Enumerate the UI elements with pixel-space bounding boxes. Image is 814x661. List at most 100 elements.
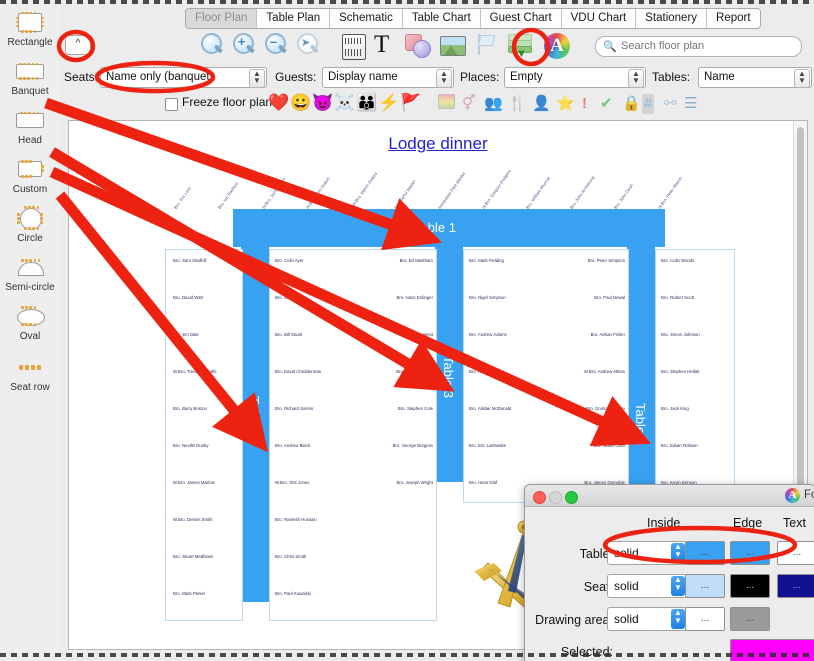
seat-label: W.Bro. Dennis Smith	[173, 517, 213, 522]
fonts-and-colours-dialog[interactable]: Fo Inside Edge Text Table: solid ▲▼ ... …	[524, 484, 814, 661]
head-seat-label: W.Bro. Gregory Rodgers	[480, 168, 512, 210]
seats-value: Name only (banquet)	[106, 71, 214, 83]
sidebar-item-label: Rectangle	[7, 37, 53, 48]
dialog-title-text: Fo	[804, 489, 814, 501]
app-window: Rectangle Banquet Head Custom Circle Sem…	[0, 0, 814, 661]
fonts-colours-dialog-icon	[785, 488, 800, 503]
layers-icon[interactable]: ▼	[508, 34, 538, 64]
drawing-area-style-value: solid	[614, 612, 639, 626]
seat-inside-colour-swatch[interactable]: ...	[685, 574, 725, 598]
zoom-select-icon[interactable]: ➤	[296, 32, 326, 62]
table-2-label: Table 2	[247, 396, 262, 438]
selected-colour-swatch[interactable]: ...	[730, 639, 814, 661]
purple-face-icon[interactable]: 😈	[312, 92, 333, 114]
tab-report[interactable]: Report	[707, 9, 760, 28]
table-style-dropdown[interactable]: solid ▲ ▼	[607, 541, 687, 565]
seat-edge-colour-swatch[interactable]: ...	[730, 574, 770, 598]
scrollbar-thumb[interactable]	[797, 127, 804, 487]
seat-label: Bro. Oliver West	[401, 332, 433, 337]
view-tabs: Floor Plan Table Plan Schematic Table Ch…	[185, 8, 761, 29]
sidebar-item-banquet[interactable]: Banquet	[0, 58, 60, 97]
sidebar-item-rectangle[interactable]: Rectangle	[0, 9, 60, 48]
tab-floor-plan[interactable]: Floor Plan	[186, 9, 258, 28]
seat-text-colour-swatch[interactable]: ...	[777, 574, 814, 598]
flag-icon[interactable]	[475, 34, 505, 64]
seat-label: Bro. Neville Dunby	[173, 443, 209, 448]
sidebar-item-label: Oval	[19, 331, 41, 342]
seat-style-dropdown[interactable]: solid ▲ ▼	[607, 574, 687, 598]
guests-dropdown[interactable]: Display name ▲ ▼	[322, 67, 454, 88]
skull-icon[interactable]: ☠️	[334, 92, 355, 114]
display-options-row: Seats: Name only (banquet) ▲ ▼ Guests: Di…	[60, 66, 814, 88]
row-label-table: Table:	[579, 547, 613, 561]
gender-icon[interactable]: ⚥	[462, 94, 476, 114]
group-icon[interactable]: 👥	[484, 94, 503, 114]
family-icon[interactable]: 👪	[356, 92, 377, 114]
zoom-fit-icon[interactable]	[200, 32, 230, 62]
fonts-colours-icon[interactable]	[544, 33, 574, 63]
ruler-icon[interactable]	[342, 34, 372, 64]
freeze-and-flags-row: Freeze floor plan ❤️ 😀 😈 ☠️ 👪 ⚡ 🚩 ⚥ 👥 🍴 …	[60, 92, 814, 121]
tab-table-plan[interactable]: Table Plan	[257, 9, 331, 28]
link-icon[interactable]: ⚯	[664, 94, 677, 114]
sidebar-item-circle[interactable]: Circle	[0, 205, 60, 244]
shapes-icon[interactable]	[405, 33, 435, 63]
tab-table-chart[interactable]: Table Chart	[402, 9, 481, 28]
drawing-area-style-dropdown[interactable]: solid ▲ ▼	[607, 607, 687, 631]
lock-icon[interactable]: 🔒	[622, 94, 641, 114]
search-floor-plan-box[interactable]: 🔍	[595, 36, 802, 57]
tab-guest-chart[interactable]: Guest Chart	[480, 9, 562, 28]
banquet-table-icon	[0, 58, 60, 84]
table-4-shape[interactable]	[627, 247, 655, 502]
sidebar-item-oval[interactable]: Oval	[0, 303, 60, 342]
tables-dropdown[interactable]: Name ▲ ▼	[698, 67, 812, 88]
list-icon[interactable]: ☰	[684, 94, 697, 114]
seat-label: Bro. Nigel Simpson	[469, 295, 506, 300]
tab-schematic[interactable]: Schematic	[330, 9, 403, 28]
chevron-updown-icon: ▲ ▼	[794, 69, 810, 88]
places-dropdown[interactable]: Empty ▲ ▼	[504, 67, 646, 88]
seat-label: Bro. David Chedderman	[275, 369, 322, 374]
close-window-button[interactable]	[533, 491, 546, 504]
freeze-floor-plan-checkbox[interactable]	[165, 98, 178, 111]
lightning-icon[interactable]: ⚡	[378, 92, 399, 114]
sidebar-item-head[interactable]: Head	[0, 107, 60, 146]
smiley-icon[interactable]: 😀	[290, 92, 311, 114]
column-header-text: Text	[783, 516, 806, 530]
seat-label: Bro. Alistair McDonald	[469, 406, 512, 411]
star-icon[interactable]: ⭐	[556, 94, 575, 114]
person-icon[interactable]: 👤	[532, 94, 551, 114]
cutlery-icon[interactable]: 🍴	[508, 94, 527, 114]
tab-stationery[interactable]: Stationery	[636, 9, 708, 28]
sidebar-item-semi-circle[interactable]: Semi-circle	[0, 254, 60, 293]
gradient-icon[interactable]	[438, 94, 455, 109]
seats-dropdown[interactable]: Name only (banquet) ▲ ▼	[100, 67, 267, 88]
table-inside-colour-swatch[interactable]: ...	[685, 541, 725, 565]
sidebar-item-custom[interactable]: Custom	[0, 156, 60, 195]
heart-icon[interactable]: ❤️	[268, 92, 289, 114]
seat-label: W.Bro. Otis Jones	[275, 480, 310, 485]
collapse-panel-button[interactable]: ^	[65, 35, 91, 55]
search-input[interactable]	[619, 39, 793, 53]
text-icon[interactable]: T	[374, 32, 404, 62]
zoom-out-icon[interactable]: –	[264, 32, 294, 62]
sidebar-item-label: Banquet	[11, 86, 49, 97]
image-icon[interactable]	[440, 36, 470, 66]
table-edge-colour-swatch[interactable]: ...	[730, 541, 770, 565]
drawing-area-edge-colour-swatch[interactable]: ...	[730, 607, 770, 631]
table-text-colour-swatch[interactable]: ...	[777, 541, 814, 565]
sidebar-item-seat-row[interactable]: Seat row	[0, 354, 60, 393]
seat-style-value: solid	[614, 579, 639, 593]
red-flag-icon[interactable]: 🚩	[400, 92, 421, 114]
drawing-area-inside-colour-swatch[interactable]: ...	[685, 607, 725, 631]
tab-vdu-chart[interactable]: VDU Chart	[561, 9, 637, 28]
zoom-in-icon[interactable]: +	[232, 32, 262, 62]
check-icon[interactable]: ✔	[600, 94, 613, 114]
dialog-titlebar[interactable]: Fo	[525, 485, 814, 507]
column-header-inside: Inside	[647, 516, 681, 530]
minimize-window-button[interactable]	[549, 491, 562, 504]
maximize-window-button[interactable]	[565, 491, 578, 504]
grid-icon[interactable]: #	[642, 94, 655, 114]
exclamation-icon[interactable]: !	[582, 94, 587, 114]
page-edge-top	[0, 0, 814, 4]
